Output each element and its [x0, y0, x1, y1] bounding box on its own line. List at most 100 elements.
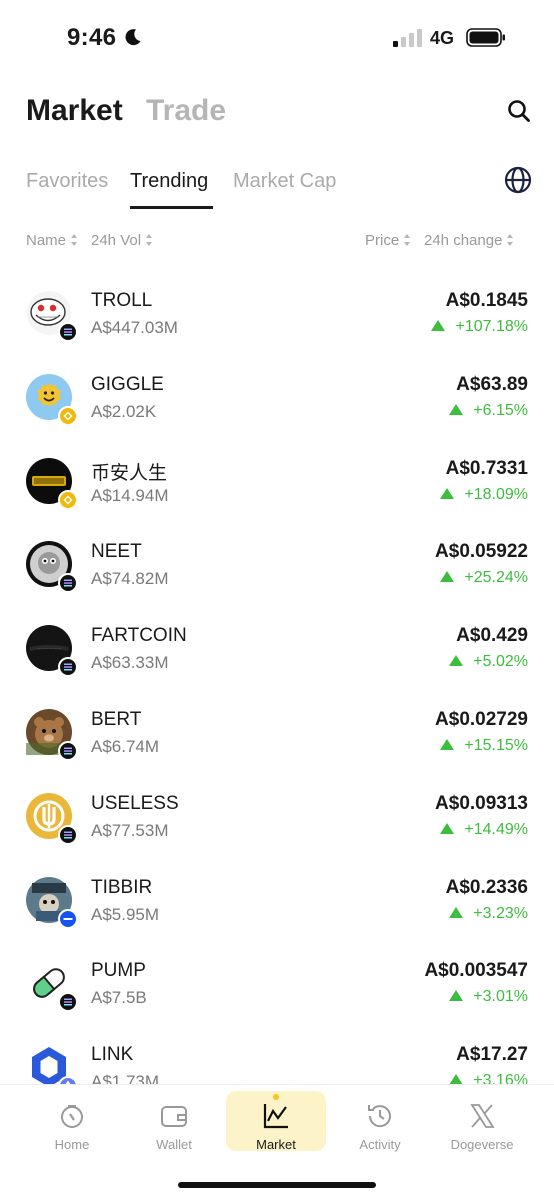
tab-favorites[interactable]: Favorites: [26, 170, 108, 193]
token-symbol: PUMP: [91, 960, 146, 982]
search-icon[interactable]: [506, 98, 532, 124]
token-change: +3.23%: [449, 905, 528, 923]
solana-chain-icon: [58, 992, 78, 1013]
up-arrow-icon: [449, 1074, 464, 1084]
up-arrow-icon: [449, 990, 464, 1002]
wallet-icon: [161, 1106, 187, 1127]
token-volume: A$447.03M: [91, 318, 178, 337]
token-change: +5.02%: [449, 653, 528, 671]
sort-price[interactable]: Price: [365, 232, 412, 249]
ethereum-chain-icon: [58, 1076, 78, 1084]
signal-icon: [393, 29, 422, 47]
fartcoin-logo-icon: ~~~~~~: [26, 625, 78, 678]
token-change: +3.16%: [449, 1072, 528, 1084]
column-price-label: Price: [365, 232, 400, 249]
base-chain-icon: [58, 908, 78, 929]
nav-dogeverse-label: Dogeverse: [450, 1137, 514, 1152]
token-change-value: +15.15%: [464, 737, 528, 754]
token-change-value: +5.02%: [473, 653, 528, 671]
token-price: A$0.05922: [435, 541, 528, 563]
token-symbol: NEET: [91, 541, 142, 563]
token-change-value: +14.49%: [464, 820, 528, 838]
globe-icon[interactable]: [504, 166, 532, 194]
column-header: Name 24h Vol Price 24h change: [26, 230, 528, 254]
svg-text:~~~~~~: ~~~~~~: [37, 646, 62, 653]
bnb-chain-icon: [58, 489, 78, 510]
token-change: +3.01%: [449, 988, 528, 1006]
history-icon: [368, 1105, 391, 1128]
tab-market[interactable]: Market: [26, 94, 123, 128]
token-volume: A$77.53M: [91, 820, 169, 840]
nav-activity[interactable]: Activity: [330, 1091, 430, 1152]
nav-wallet[interactable]: Wallet: [124, 1091, 224, 1152]
token-symbol: BERT: [91, 709, 142, 730]
token-price: A$0.02729: [435, 709, 528, 730]
nav-wallet-label: Wallet: [156, 1137, 192, 1152]
solana-chain-icon: [58, 573, 78, 594]
token-row[interactable]: NEET A$74.82M A$0.05922 +25.24%: [0, 511, 554, 595]
token-volume: A$7.5B: [91, 988, 147, 1008]
token-volume: A$74.82M: [91, 569, 169, 589]
token-symbol: FARTCOIN: [91, 625, 187, 647]
solana-chain-icon: [58, 741, 78, 761]
token-symbol: LINK: [91, 1044, 134, 1066]
token-row[interactable]: PUMP A$7.5B A$0.003547 +3.01%: [0, 930, 554, 1014]
column-volume-label: 24h Vol: [91, 232, 142, 249]
home-icon: [61, 1105, 83, 1128]
sort-icon: [71, 234, 79, 246]
token-price: A$0.7331: [445, 457, 528, 479]
token-price: A$0.1845: [445, 290, 528, 311]
token-change-value: +18.09%: [464, 485, 528, 503]
up-arrow-icon: [449, 906, 464, 918]
status-time: 9:46: [67, 24, 117, 51]
sort-change[interactable]: 24h change: [424, 232, 515, 249]
up-arrow-icon: [440, 487, 455, 499]
useless-logo-icon: [26, 792, 78, 845]
header: Market Trade: [26, 90, 532, 134]
token-volume: A$63.33M: [91, 653, 169, 673]
up-arrow-icon: [431, 320, 446, 331]
nav-home[interactable]: Home: [22, 1091, 122, 1152]
token-symbol: 币安人生: [91, 462, 168, 484]
sort-icon: [146, 234, 154, 246]
tab-market-cap[interactable]: Market Cap: [233, 170, 336, 193]
nav-activity-label: Activity: [359, 1137, 401, 1152]
token-change-value: +25.24%: [464, 569, 528, 587]
token-change: +6.15%: [449, 402, 528, 420]
up-arrow-icon: [440, 739, 455, 750]
nav-market[interactable]: Market: [226, 1091, 326, 1152]
up-arrow-icon: [449, 403, 464, 415]
sort-name[interactable]: Name: [26, 232, 79, 249]
token-price: A$0.003547: [424, 960, 528, 982]
pump-pill-icon: [26, 960, 78, 1013]
token-change-value: +107.18%: [455, 318, 528, 335]
tibbir-logo-icon: [26, 876, 78, 929]
nav-market-label: Market: [256, 1137, 296, 1152]
tab-trade[interactable]: Trade: [146, 94, 226, 128]
token-row[interactable]: TROLL A$447.03M A$0.1845 +107.18%: [0, 260, 554, 344]
sort-volume[interactable]: 24h Vol: [91, 232, 154, 249]
token-row[interactable]: GIGGLE A$2.02K A$63.89 +6.15%: [0, 344, 554, 428]
token-change: +107.18%: [431, 318, 528, 336]
up-arrow-icon: [449, 655, 464, 667]
tab-trending[interactable]: Trending: [130, 170, 208, 193]
token-row[interactable]: LINK A$1.73M A$17.27 +3.16%: [0, 1014, 554, 1084]
token-volume: A$2.02K: [91, 401, 157, 421]
up-arrow-icon: [440, 571, 455, 583]
solana-chain-icon: [58, 322, 78, 342]
status-bar: 9:46 4G: [0, 0, 554, 72]
token-symbol: GIGGLE: [91, 373, 164, 395]
token-row[interactable]: USELESS A$77.53M A$0.09313 +14.49%: [0, 763, 554, 847]
token-row[interactable]: TIBBIR A$5.95M A$0.2336 +3.23%: [0, 847, 554, 931]
token-row[interactable]: BERT A$6.74M A$0.02729 +15.15%: [0, 679, 554, 763]
token-volume: A$5.95M: [91, 904, 160, 924]
nav-dogeverse[interactable]: Dogeverse: [432, 1091, 532, 1152]
token-change-value: +3.23%: [473, 904, 528, 922]
token-change: +18.09%: [440, 486, 528, 504]
bert-logo-icon: [26, 709, 78, 761]
active-dot: [273, 1094, 279, 1100]
token-row[interactable]: 币安人生 A$14.94M A$0.7331 +18.09%: [0, 428, 554, 512]
token-row[interactable]: ~~~~~~ FARTCOIN A$63.33M A$0.429 +5.02%: [0, 595, 554, 679]
binance-life-logo-icon: [26, 457, 78, 510]
home-indicator[interactable]: [178, 1182, 376, 1188]
